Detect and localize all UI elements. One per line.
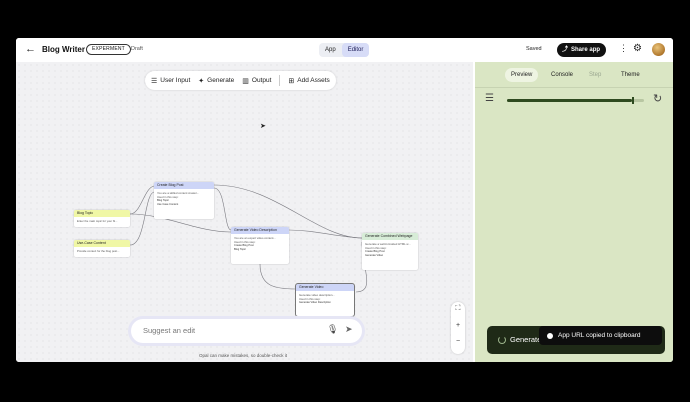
node-title: Create Blog Post	[154, 182, 214, 189]
mode-switch: App Editor	[319, 43, 370, 57]
node-blog-topic[interactable]: Blog Topic Enter the main topic for your…	[74, 210, 130, 227]
back-arrow-icon[interactable]: ←	[25, 43, 36, 55]
share-label: Share app	[571, 47, 601, 53]
progress-knob	[631, 97, 634, 104]
node-title: Generate Video Description	[231, 227, 289, 234]
experiment-badge: EXPERMENT	[86, 44, 131, 55]
toolbar-divider	[279, 75, 281, 86]
node-generate-video-description[interactable]: Generate Video Description You are an ex…	[231, 227, 289, 264]
bar-chart-icon: ▥	[242, 77, 249, 85]
menu-icon[interactable]: ☰	[485, 93, 494, 104]
user-input-button[interactable]: ☰ User Input	[151, 77, 190, 85]
node-chip: Generate Video	[365, 253, 384, 257]
node-title: Generate Combined Webpage	[362, 233, 418, 240]
spinner-icon	[498, 336, 506, 344]
gear-icon[interactable]: ⚙	[633, 43, 642, 54]
draft-status: Draft	[131, 46, 143, 52]
avatar[interactable]	[652, 43, 665, 56]
edge-topic-to-blogpost	[129, 185, 155, 215]
user-input-label: User Input	[160, 77, 191, 84]
top-bar: ← Blog Writer EXPERMENT Draft App Editor…	[16, 38, 673, 62]
node-use-case-content[interactable]: Use-Case Content Provide context for the…	[74, 240, 130, 257]
microphone-icon[interactable]: 🎙	[327, 324, 338, 335]
node-create-blog-post[interactable]: Create Blog Post You are a skilled conte…	[154, 182, 214, 219]
tab-console[interactable]: Console	[545, 68, 579, 82]
tab-preview[interactable]: Preview	[505, 68, 539, 82]
zoom-in-button[interactable]: +	[451, 322, 465, 329]
node-title: Blog Topic	[74, 210, 130, 217]
preview-panel: Preview Console Step Theme ☰ ↻ Generate …	[475, 62, 673, 362]
run-progress-bar	[507, 97, 644, 104]
more-options-icon[interactable]: ⋮	[619, 43, 628, 54]
toast-icon	[547, 332, 553, 339]
fit-view-icon[interactable]: ⛶	[451, 305, 465, 313]
tab-app[interactable]: App	[319, 43, 342, 57]
generate-button-label: Generate	[510, 335, 542, 344]
generate-tool-button[interactable]: ✦ Generate	[198, 77, 234, 85]
tab-editor[interactable]: Editor	[341, 43, 370, 57]
add-asset-icon: ⊞	[288, 77, 295, 85]
edge-blogpost-to-videodesc	[213, 187, 232, 231]
send-icon[interactable]: ➤	[345, 324, 353, 335]
suggest-edit-input[interactable]: Suggest an edit 🎙 ➤	[131, 319, 362, 343]
add-assets-label: Add Assets	[297, 77, 330, 84]
progress-fill	[507, 99, 632, 102]
add-assets-button[interactable]: ⊞ Add Assets	[288, 77, 329, 85]
app-title: Blog Writer	[42, 45, 85, 54]
sparkle-icon: ✦	[198, 77, 205, 85]
node-chip: Generate Video Description	[299, 301, 331, 304]
node-title: Use-Case Content	[74, 240, 130, 247]
edge-videodesc-to-genvideo	[259, 263, 297, 290]
generate-label: Generate	[207, 77, 235, 84]
clipboard-toast: App URL copied to clipboard	[539, 326, 662, 345]
refresh-icon[interactable]: ↻	[653, 92, 662, 105]
toast-message: App URL copied to clipboard	[558, 332, 641, 339]
node-generate-combined-webpage[interactable]: Generate Combined Webpage Generate a wel…	[362, 233, 418, 270]
suggest-edit-box: Suggest an edit 🎙 ➤	[128, 316, 365, 346]
node-title: Generate Video	[296, 284, 354, 291]
output-label: Output	[251, 77, 272, 84]
node-body: Provide context for the blog post...	[77, 249, 120, 253]
share-icon: ⤴	[562, 47, 569, 53]
edge-usecase-to-blogpost	[129, 191, 155, 246]
node-chip: Use Case Content	[157, 202, 179, 206]
node-chip: Blog Topic	[234, 247, 246, 251]
mouse-cursor-icon: ➤	[260, 123, 266, 130]
saved-status: Saved	[526, 46, 542, 52]
editor-canvas[interactable]: ☰ User Input ✦ Generate ▥ Output ⊞ Add A…	[16, 62, 473, 362]
output-button[interactable]: ▥ Output	[242, 77, 271, 85]
suggest-edit-placeholder: Suggest an edit	[143, 326, 196, 335]
tab-step[interactable]: Step	[583, 68, 607, 82]
app-window: ← Blog Writer EXPERMENT Draft App Editor…	[16, 38, 673, 362]
node-generate-video[interactable]: Generate Video Generate video descriptio…	[295, 283, 355, 317]
disclaimer-text: Opal can make mistakes, so double-check …	[199, 353, 288, 358]
zoom-out-button[interactable]: −	[451, 338, 465, 345]
panel-tabs: Preview Console Step Theme	[475, 68, 673, 82]
canvas-toolbar: ☰ User Input ✦ Generate ▥ Output ⊞ Add A…	[145, 71, 336, 90]
tab-theme[interactable]: Theme	[615, 68, 646, 82]
zoom-controls: ⛶ + −	[451, 302, 465, 354]
list-icon: ☰	[151, 77, 158, 85]
node-body: Enter the main topic for your bl...	[77, 219, 118, 223]
edge-videodesc-to-webpage	[288, 229, 363, 239]
share-app-button[interactable]: ⤴ Share app	[557, 43, 607, 57]
panel-divider	[475, 87, 673, 88]
